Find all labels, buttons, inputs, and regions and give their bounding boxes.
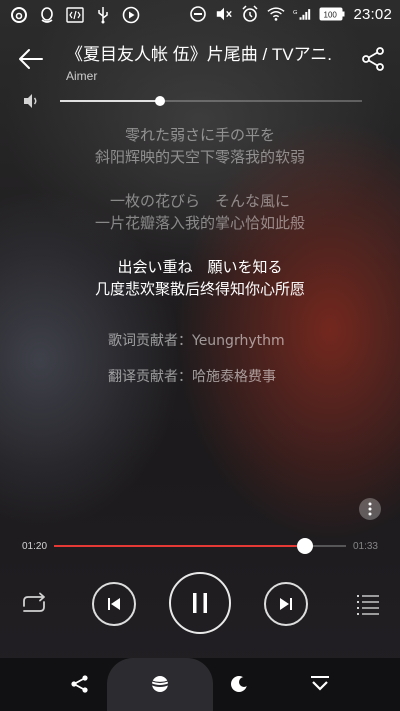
more-vertical-icon <box>368 502 372 516</box>
usb-icon <box>94 6 112 24</box>
skip-previous-icon <box>108 598 120 610</box>
lyric-original: 零れた弱さに手の平を <box>124 126 275 144</box>
nav-home-button[interactable] <box>147 671 173 697</box>
nav-share-button[interactable] <box>67 671 93 697</box>
previous-button[interactable] <box>92 582 136 626</box>
planet-home-icon <box>150 676 170 692</box>
volume-slider[interactable] <box>60 96 362 106</box>
repeat-button[interactable] <box>18 588 50 620</box>
repeat-icon <box>23 592 45 612</box>
lyric-translation: 斜阳辉映的天空下零落我的软弱 <box>94 148 305 166</box>
player-screen: G 100 23:02 《夏目友人帐 伍》片尾曲 / TVアニ. Aimer 零… <box>0 0 400 711</box>
lyric-original: 一枚の花びら そんな風に <box>109 192 290 210</box>
nav-share-icon <box>71 675 88 693</box>
share-button[interactable] <box>360 46 386 72</box>
moon-icon <box>231 676 249 692</box>
current-time: 01:20 <box>22 541 48 552</box>
battery-label: 100 <box>324 11 338 20</box>
arrow-left-icon <box>19 49 43 69</box>
back-button[interactable] <box>16 44 46 74</box>
lyric-translation: 一片花瓣落入我的掌心恰如此般 <box>94 214 305 232</box>
seek-bar[interactable] <box>54 538 346 554</box>
netease-music-icon <box>10 6 28 24</box>
playback-progress: 01:20 01:33 <box>0 536 400 556</box>
translation-contributor: 翻译贡献者：哈施泰格费事 <box>108 369 276 385</box>
lyric-credits: 歌词贡献者：Yeungrhythm 翻译贡献者：哈施泰格费事 <box>108 330 285 402</box>
battery-icon: 100 <box>319 5 345 23</box>
volume-control <box>22 92 367 112</box>
svg-text:G: G <box>293 10 298 16</box>
nav-collapse-button[interactable] <box>307 671 333 697</box>
mute-icon <box>215 5 233 23</box>
track-info: 《夏目友人帐 伍》片尾曲 / TVアニ. Aimer <box>66 40 346 83</box>
volume-knob[interactable] <box>154 96 165 106</box>
block-icon <box>189 5 207 23</box>
wifi-icon <box>267 5 285 23</box>
speaker-icon <box>22 92 40 110</box>
pause-button[interactable] <box>169 572 231 634</box>
song-title: 《夏目友人帐 伍》片尾曲 / TVアニ. <box>66 45 332 64</box>
playback-controls <box>0 572 400 636</box>
lyric-original: 出会い重ね 願いを知る <box>117 258 283 276</box>
code-icon <box>66 6 84 24</box>
lyric-block-current: 出会い重ね 願いを知る 几度悲欢聚散后终得知你心所愿 <box>0 256 400 300</box>
seek-knob[interactable] <box>297 538 314 554</box>
qq-icon <box>38 6 56 24</box>
lyric-translation: 几度悲欢聚散后终得知你心所愿 <box>94 280 305 298</box>
pause-icon <box>193 593 207 613</box>
status-bar: G 100 23:02 <box>0 0 400 30</box>
skip-next-icon <box>280 598 292 610</box>
clock: 23:02 <box>353 5 392 23</box>
next-button[interactable] <box>264 582 308 626</box>
playlist-icon <box>357 595 379 615</box>
volume-fill <box>60 100 160 102</box>
alarm-icon <box>241 5 259 23</box>
lyric-block-0: 零れた弱さに手の平を 斜阳辉映的天空下零落我的软弱 <box>0 124 400 168</box>
total-time: 01:33 <box>352 541 378 552</box>
playlist-button[interactable] <box>352 588 384 620</box>
signal-icon: G <box>293 5 311 23</box>
artist-name[interactable]: Aimer <box>66 69 346 83</box>
more-options-button[interactable] <box>359 498 381 520</box>
lyrics-contributor: 歌词贡献者：Yeungrhythm <box>108 333 285 349</box>
play-circle-icon <box>122 6 140 24</box>
system-nav-bar <box>0 658 400 711</box>
lyrics-panel[interactable]: 零れた弱さに手の平を 斜阳辉映的天空下零落我的软弱 一枚の花びら そんな風に 一… <box>0 124 400 322</box>
lyric-block-1: 一枚の花びら そんな風に 一片花瓣落入我的掌心恰如此般 <box>0 190 400 234</box>
nav-moon-button[interactable] <box>227 671 253 697</box>
seek-fill <box>54 545 306 547</box>
player-header: 《夏目友人帐 伍》片尾曲 / TVアニ. Aimer <box>0 36 400 86</box>
chevron-down-icon <box>311 676 329 691</box>
share-icon <box>362 47 384 71</box>
